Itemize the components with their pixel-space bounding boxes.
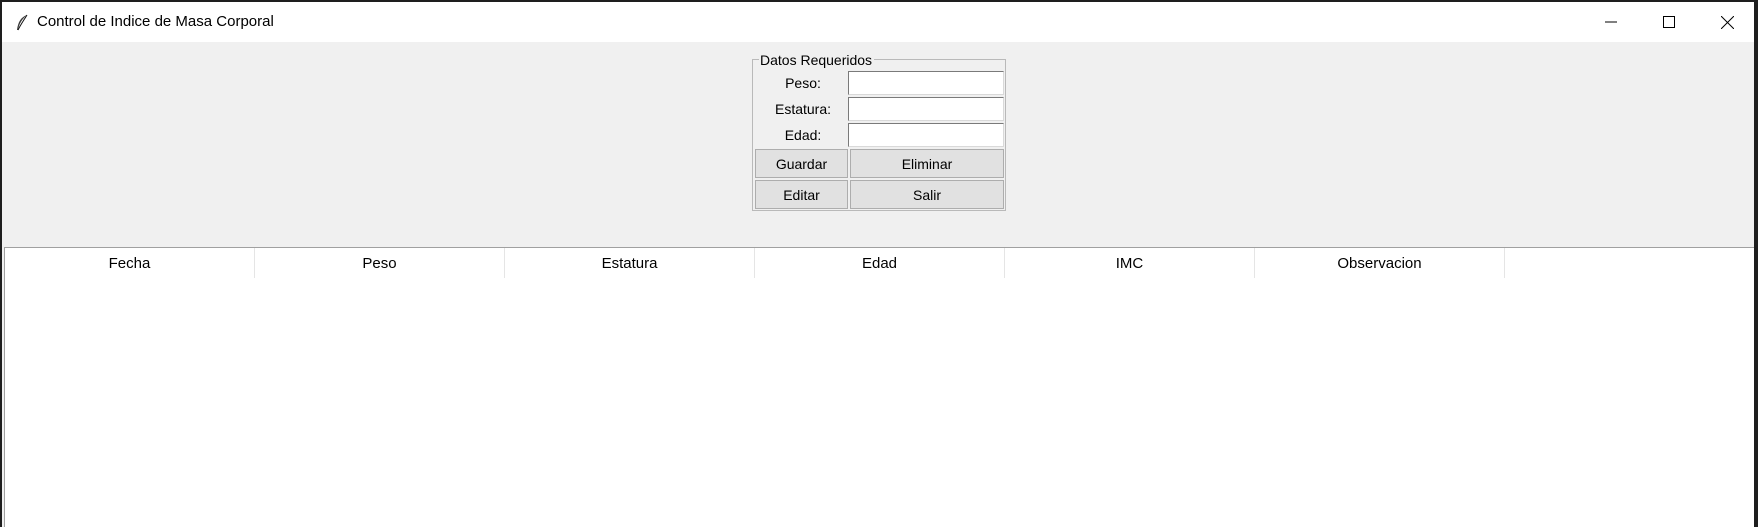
minimize-button[interactable]	[1582, 2, 1640, 42]
column-header-peso[interactable]: Peso	[255, 248, 505, 278]
app-window: Control de Indice de Masa Corporal Datos…	[2, 2, 1754, 527]
minimize-icon	[1605, 21, 1617, 23]
maximize-button[interactable]	[1640, 2, 1698, 42]
column-header-imc[interactable]: IMC	[1005, 248, 1255, 278]
group-title: Datos Requeridos	[759, 52, 875, 68]
eliminar-button[interactable]: Eliminar	[850, 149, 1004, 178]
close-button[interactable]	[1698, 2, 1756, 42]
edad-input[interactable]	[848, 123, 1004, 147]
peso-input[interactable]	[848, 71, 1004, 95]
column-header-edad[interactable]: Edad	[755, 248, 1005, 278]
salir-button[interactable]: Salir	[850, 180, 1004, 209]
guardar-button[interactable]: Guardar	[755, 149, 848, 178]
estatura-input[interactable]	[848, 97, 1004, 121]
edad-label: Edad:	[784, 127, 822, 143]
maximize-icon	[1663, 16, 1675, 28]
estatura-label: Estatura:	[774, 101, 832, 117]
column-header-estatura[interactable]: Estatura	[505, 248, 755, 278]
table-header: Fecha Peso Estatura Edad IMC Observacion	[5, 248, 1754, 278]
records-table[interactable]: Fecha Peso Estatura Edad IMC Observacion	[4, 247, 1754, 527]
window-title: Control de Indice de Masa Corporal	[37, 13, 274, 30]
column-header-fecha[interactable]: Fecha	[5, 248, 255, 278]
close-icon	[1720, 15, 1734, 29]
column-header-observacion[interactable]: Observacion	[1255, 248, 1505, 278]
editar-button[interactable]: Editar	[755, 180, 848, 209]
peso-label: Peso:	[785, 75, 821, 91]
feather-icon	[17, 14, 28, 31]
title-bar[interactable]: Control de Indice de Masa Corporal	[2, 2, 1754, 42]
